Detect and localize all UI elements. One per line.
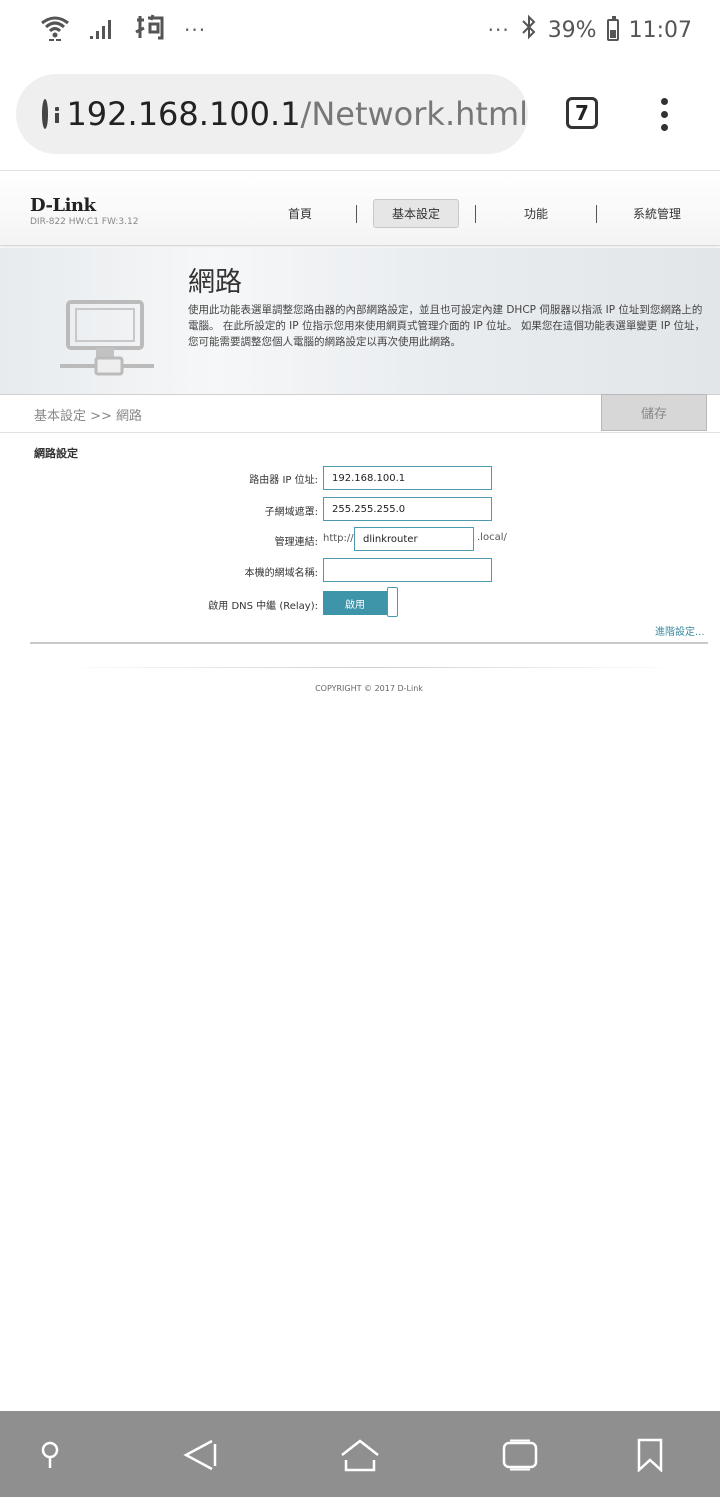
url-path: /Network.html (300, 95, 528, 133)
nav-separator (475, 204, 477, 223)
top-nav: 首頁 基本設定 功能 系統管理 (270, 199, 699, 228)
home-icon[interactable] (340, 1437, 380, 1473)
status-bar: ··· ··· 39% 11:07 (0, 0, 720, 60)
copyright: COPYRIGHT © 2017 D-Link (315, 684, 423, 693)
android-nav-bar (0, 1411, 720, 1497)
status-overflow-dots: ··· (184, 18, 207, 42)
status-overflow-dots: ··· (487, 18, 510, 42)
network-computer-icon (60, 300, 154, 376)
domain-name-label: 本機的網域名稱: (244, 568, 318, 579)
model-info: DIR-822 HW:C1 FW:3.12 (30, 217, 139, 227)
page-title: 網路 (188, 267, 242, 298)
dns-relay-label: 啟用 DNS 中繼 (Relay): (208, 601, 318, 612)
dlink-logo: D-Link (30, 195, 96, 216)
breadcrumb: 基本設定 >> 網路 (34, 409, 143, 424)
footer-divider (60, 667, 680, 668)
battery-icon (606, 16, 619, 41)
domain-name-input[interactable] (323, 558, 492, 582)
dns-relay-toggle[interactable]: 啟用 (323, 591, 387, 615)
router-header: D-Link DIR-822 HW:C1 FW:3.12 首頁 基本設定 功能 … (0, 171, 720, 246)
breadcrumb-bar: 基本設定 >> 網路 儲存 (0, 394, 720, 433)
subnet-mask-label: 子網域遮罩: (264, 507, 318, 518)
tab-switcher-button[interactable]: 7 (566, 97, 598, 129)
bluetooth-icon (520, 14, 538, 46)
advanced-settings-link[interactable]: 進階設定... (655, 623, 705, 638)
router-ip-label: 路由器 IP 位址: (249, 475, 318, 486)
save-button[interactable]: 儲存 (601, 394, 707, 431)
url-host: 192.168.100.1 (66, 95, 301, 133)
management-link-input[interactable]: dlinkrouter (354, 527, 474, 551)
divider (30, 642, 708, 644)
wifi-icon (40, 14, 70, 46)
management-link-prefix: http:// (323, 533, 354, 544)
battery-percent: 39% (547, 17, 597, 43)
browser-toolbar: 192.168.100.1/Network.html 7 (0, 60, 720, 171)
pin-icon[interactable] (30, 1437, 70, 1473)
address-bar[interactable]: 192.168.100.1/Network.html (16, 74, 528, 154)
page-description: 使用此功能表選單調整您路由器的內部網路設定，並且也可設定內建 DHCP 伺服器以… (188, 304, 705, 348)
carrier-icon (134, 14, 166, 46)
section-title: 網路設定 (34, 447, 78, 460)
menu-icon[interactable] (650, 94, 678, 134)
nav-features[interactable]: 功能 (478, 200, 594, 227)
subnet-mask-input[interactable]: 255.255.255.0 (323, 497, 492, 521)
bookmark-icon[interactable] (630, 1437, 670, 1473)
management-link-label: 管理連結: (274, 537, 318, 548)
nav-system-management[interactable]: 系統管理 (599, 200, 699, 227)
nav-home[interactable]: 首頁 (270, 200, 354, 227)
nav-separator (596, 204, 598, 223)
router-ip-input[interactable]: 192.168.100.1 (323, 466, 492, 490)
clock: 11:07 (628, 17, 692, 43)
signal-icon (88, 16, 116, 44)
page-banner: 網路 使用此功能表選單調整您路由器的內部網路設定，並且也可設定內建 DHCP 伺… (0, 248, 720, 395)
back-icon[interactable] (180, 1437, 220, 1473)
management-link-suffix: .local/ (477, 532, 507, 543)
recents-icon[interactable] (500, 1437, 540, 1473)
info-icon[interactable] (42, 99, 61, 129)
url-text[interactable]: 192.168.100.1/Network.html (66, 95, 528, 133)
dns-relay-toggle-knob[interactable] (387, 587, 398, 617)
nav-separator (356, 204, 358, 223)
nav-basic-settings[interactable]: 基本設定 (373, 199, 460, 228)
